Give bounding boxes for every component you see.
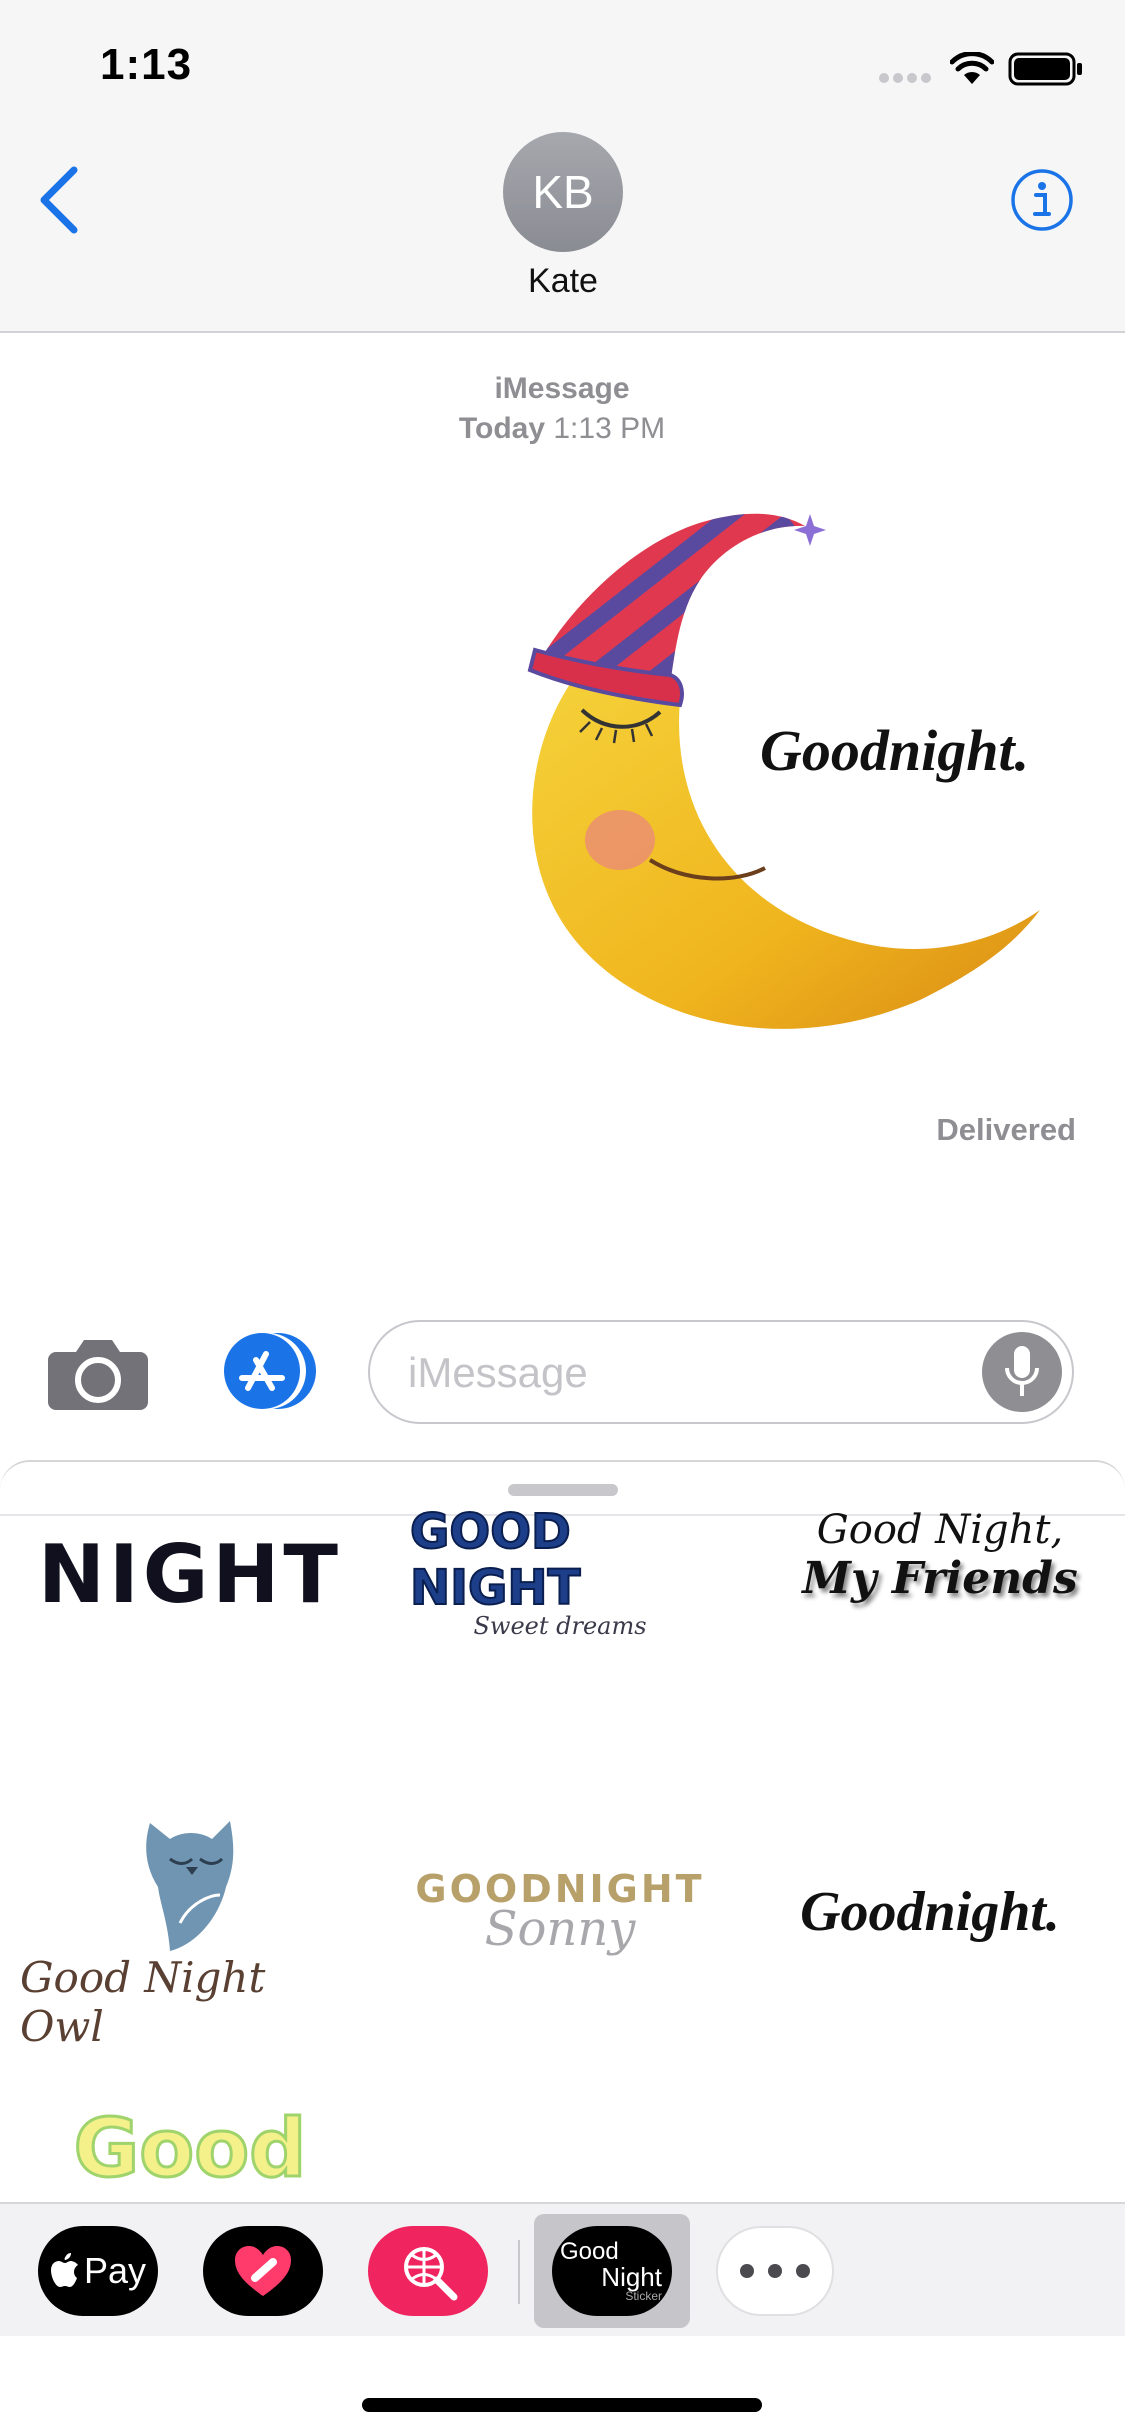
heart-icon	[235, 2246, 291, 2296]
sticker-item[interactable]: NIGHT	[38, 1524, 342, 1624]
more-apps-button[interactable]	[716, 2226, 834, 2316]
dictation-button[interactable]	[982, 1332, 1062, 1412]
status-time: 1:13	[100, 40, 193, 89]
sticker-text: GOOD NIGHT	[409, 1503, 581, 1617]
apple-pay-label: Pay	[83, 2250, 147, 2291]
sticker-caption: Goodnight.	[760, 718, 1029, 783]
wifi-icon	[950, 52, 994, 84]
service-label: iMessage	[494, 372, 630, 405]
sticker-text: Good Night Owl	[20, 1953, 266, 2051]
app-label-line1: Good	[560, 2238, 619, 2265]
sticker-item[interactable]: GOOD NIGHT Sweet dreams	[409, 1503, 710, 1640]
sticker-text: Good Night,	[816, 1506, 1064, 1553]
home-indicator[interactable]	[362, 2398, 762, 2412]
sticker-text: Good	[72, 2101, 308, 2197]
sticker-item[interactable]: Goodnight.	[760, 1842, 1100, 1982]
sticker-item[interactable]: GOODNIGHT Sonny	[400, 1842, 720, 1982]
battery-icon	[1008, 52, 1082, 86]
sticker-drawer: NIGHT GOOD NIGHT Sweet dreams Good Night…	[0, 1460, 1125, 2212]
contact-name[interactable]: Kate	[463, 262, 663, 301]
sticker-subtext: Sweet dreams	[473, 1612, 647, 1640]
info-icon[interactable]	[1010, 168, 1074, 232]
camera-icon[interactable]	[46, 1330, 150, 1412]
app-label-line2: Night	[601, 2262, 662, 2292]
sticker-item[interactable]: Good Night, My Friends	[790, 1502, 1090, 1632]
app-label-line3: Sticker	[625, 2289, 662, 2303]
microphone-icon	[1005, 1346, 1039, 1396]
sticker-subtext: My Friends	[802, 1552, 1078, 1604]
delivery-status: Delivered	[936, 1112, 1076, 1147]
app-store-button[interactable]	[210, 1330, 320, 1412]
app-drawer-bar: Pay Good Night Sticker	[0, 2202, 1125, 2336]
contact-avatar[interactable]: KB	[503, 132, 623, 252]
more-icon	[740, 2264, 810, 2278]
app-divider	[518, 2240, 520, 2304]
timestamp-time: 1:13 PM	[553, 412, 666, 445]
sticker-item[interactable]: Good Night Owl	[20, 1782, 360, 2072]
sticker-text: Goodnight.	[800, 1881, 1060, 1943]
message-timestamp: Today 1:13 PM	[362, 412, 762, 446]
good-night-sticker-app[interactable]: Good Night Sticker	[552, 2226, 672, 2316]
sticker-text: NIGHT	[38, 1527, 342, 1621]
search-images-app[interactable]	[368, 2226, 488, 2316]
avatar-initials: KB	[532, 166, 594, 218]
globe-search-icon	[404, 2247, 458, 2301]
timestamp-date: Today	[458, 412, 546, 445]
goodnight-moon-sticker[interactable]: Goodnight.	[520, 500, 1060, 1070]
owl-icon	[146, 1821, 234, 1951]
sticker-item[interactable]: Good	[60, 2101, 320, 2212]
message-field[interactable]	[368, 1320, 1074, 1424]
app-store-icon	[224, 1333, 316, 1409]
message-input[interactable]	[406, 1342, 970, 1404]
back-chevron-icon[interactable]	[30, 160, 90, 240]
drawer-grabber[interactable]	[508, 1484, 618, 1496]
apple-pay-app[interactable]: Pay	[38, 2226, 158, 2316]
digital-touch-app[interactable]	[203, 2226, 323, 2316]
apple-icon	[50, 2253, 78, 2287]
sticker-subtext: Sonny	[484, 1901, 636, 1957]
signal-icon	[879, 73, 931, 83]
